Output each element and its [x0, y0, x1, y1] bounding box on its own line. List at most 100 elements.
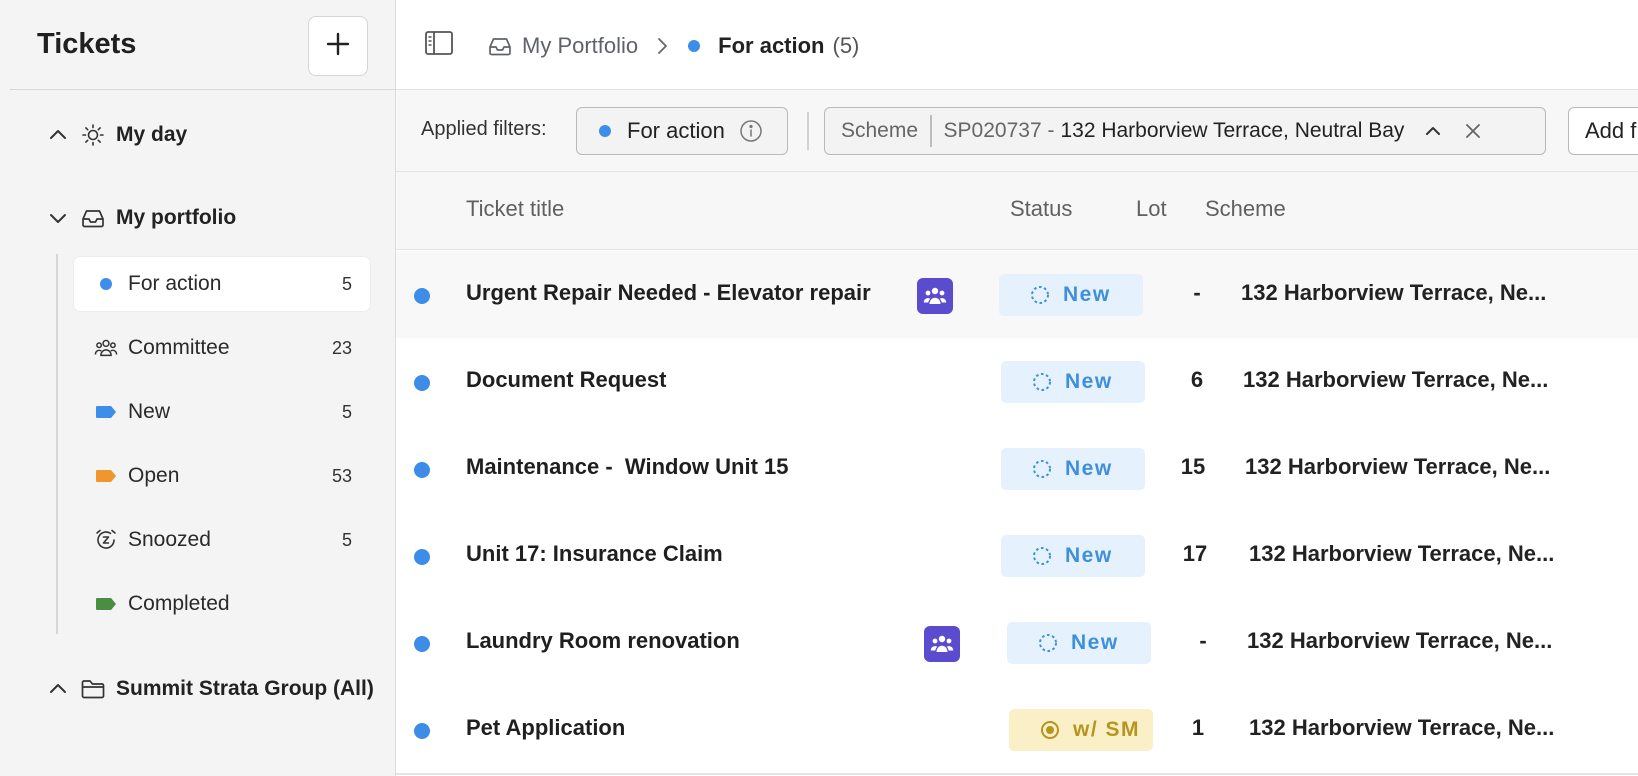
ticket-title: Urgent Repair Needed - Elevator repair — [466, 280, 871, 305]
scheme-id: SP020737 - — [943, 119, 1055, 142]
scheme-value: 132 Harborview Terrace, Ne... — [1243, 367, 1549, 392]
table-row[interactable]: Document Request New 6 132 Harborview Te… — [396, 338, 1638, 425]
filter-divider — [807, 112, 809, 150]
sidebar-item-count: 5 — [341, 401, 352, 422]
sidebar-item-count: 23 — [331, 337, 352, 358]
dashed-circle-icon — [1031, 545, 1053, 567]
status-badge: New — [1001, 535, 1145, 577]
sidebar-header: Tickets — [10, 0, 396, 90]
column-header-title[interactable]: Ticket title — [466, 196, 564, 222]
toggle-sidebar-button[interactable] — [422, 30, 456, 60]
lot-value: - — [1193, 280, 1201, 305]
breadcrumb-current: For action (5) — [688, 33, 859, 59]
group-summit-strata[interactable]: Summit Strata Group (All) — [44, 669, 374, 709]
status-label: New — [1071, 631, 1119, 654]
add-filter-button[interactable]: Add f — [1568, 107, 1638, 155]
status-label: New — [1063, 283, 1111, 306]
table-row[interactable]: Pet Application w/ SM 1 132 Harborview T… — [396, 686, 1638, 773]
chip-divider — [930, 115, 932, 147]
ticket-title: Document Request — [466, 367, 667, 392]
blue-dot-icon — [599, 125, 611, 137]
dashed-circle-icon — [1029, 284, 1051, 306]
add-ticket-button[interactable] — [308, 16, 368, 76]
info-icon[interactable] — [739, 119, 763, 143]
filter-chip-scheme[interactable]: Scheme SP020737 - 132 Harborview Terrace… — [824, 107, 1546, 155]
group-my-portfolio[interactable]: My portfolio — [44, 198, 236, 238]
sidebar-item-count: 53 — [331, 465, 352, 486]
sidebar: Tickets My day My portfolio For action 5 — [0, 0, 396, 776]
status-label: New — [1065, 544, 1113, 567]
status-badge: New — [1001, 361, 1145, 403]
lot-value: 1 — [1191, 715, 1205, 740]
group-label: Summit Strata Group (All) — [116, 677, 374, 700]
ticket-title: Maintenance - Window Unit 15 — [466, 454, 789, 479]
chevron-right-icon — [650, 36, 674, 56]
top-bar: My Portfolio For action (5) — [396, 0, 1638, 90]
lot-value: 6 — [1190, 367, 1204, 392]
chevron-up-icon[interactable] — [44, 121, 72, 149]
table-row[interactable]: Maintenance - Window Unit 15 New 15 132 … — [396, 425, 1638, 512]
breadcrumb-current-label: For action — [718, 33, 825, 58]
column-header-lot[interactable]: Lot — [1136, 196, 1167, 222]
chevron-up-icon[interactable] — [1422, 120, 1444, 142]
green-tag-icon — [94, 592, 118, 616]
blue-dot-icon — [688, 40, 701, 52]
sidebar-item-label: For action — [128, 272, 222, 295]
group-label: My day — [116, 123, 188, 146]
chevron-up-icon[interactable] — [44, 675, 72, 703]
column-header-scheme[interactable]: Scheme — [1205, 196, 1286, 222]
unread-dot-icon — [414, 288, 430, 304]
table-header: Ticket title Status Lot Scheme — [396, 172, 1638, 250]
ticket-title: Pet Application — [466, 715, 626, 740]
lot-value: - — [1199, 628, 1207, 653]
sidebar-item-snoozed[interactable]: Snoozed 5 — [74, 513, 370, 567]
folder-icon — [80, 676, 106, 702]
table-row[interactable]: Unit 17: Insurance Claim New 17 132 Harb… — [396, 512, 1638, 599]
sidebar-item-label: Committee — [128, 336, 230, 359]
blue-tag-icon — [94, 400, 118, 424]
breadcrumb-my-portfolio[interactable]: My Portfolio — [486, 32, 638, 60]
status-badge: New — [1001, 448, 1145, 490]
status-label: New — [1065, 457, 1113, 480]
scheme-value: 132 Harborview Terrace, Ne... — [1241, 280, 1547, 305]
breadcrumb-count: (5) — [832, 33, 860, 58]
status-badge: w/ SM — [1009, 709, 1153, 751]
committee-icon — [917, 278, 953, 314]
group-my-day[interactable]: My day — [44, 115, 187, 155]
sidebar-item-for-action[interactable]: For action 5 — [74, 257, 370, 311]
sidebar-item-label: Completed — [128, 592, 230, 615]
applied-filters-label: Applied filters: — [421, 118, 547, 140]
sidebar-item-count: 5 — [341, 273, 352, 294]
status-label: w/ SM — [1073, 718, 1141, 741]
dashed-circle-icon — [1037, 632, 1059, 654]
sun-icon — [80, 122, 106, 148]
table-row[interactable]: Laundry Room renovation New - 132 Harbor… — [396, 599, 1638, 686]
breadcrumb-label: My Portfolio — [522, 33, 639, 58]
scheme-value: 132 Harborview Terrace, Ne... — [1245, 454, 1551, 479]
breadcrumb: My Portfolio For action (5) — [486, 28, 859, 64]
ticket-title: Unit 17: Insurance Claim — [466, 541, 723, 566]
status-badge: New — [1007, 622, 1151, 664]
sidebar-item-label: Open — [128, 464, 180, 487]
lot-value: 17 — [1182, 541, 1208, 566]
sidebar-item-open[interactable]: Open 53 — [74, 449, 370, 503]
column-header-status[interactable]: Status — [1010, 196, 1072, 222]
lot-value: 15 — [1180, 454, 1206, 479]
ticket-title: Laundry Room renovation — [466, 628, 740, 653]
people-icon — [94, 336, 118, 360]
sidebar-item-new[interactable]: New 5 — [74, 385, 370, 439]
chevron-down-icon[interactable] — [44, 204, 72, 232]
unread-dot-icon — [414, 462, 430, 478]
close-icon[interactable] — [1462, 120, 1484, 142]
table-row[interactable]: Urgent Repair Needed - Elevator repair N… — [396, 251, 1638, 338]
scheme-value: 132 Harborview Terrace, Neutral Bay — [1060, 119, 1405, 142]
filter-chip-for-action[interactable]: For action — [576, 107, 788, 155]
sidebar-item-committee[interactable]: Committee 23 — [74, 321, 370, 375]
snooze-clock-icon — [94, 528, 118, 552]
dashed-circle-icon — [1031, 458, 1053, 480]
sidebar-item-completed[interactable]: Completed — [74, 577, 370, 631]
target-circle-icon — [1039, 719, 1061, 741]
committee-icon — [924, 626, 960, 662]
filter-key: Scheme — [841, 119, 919, 142]
sidebar-panel-icon — [424, 30, 454, 61]
